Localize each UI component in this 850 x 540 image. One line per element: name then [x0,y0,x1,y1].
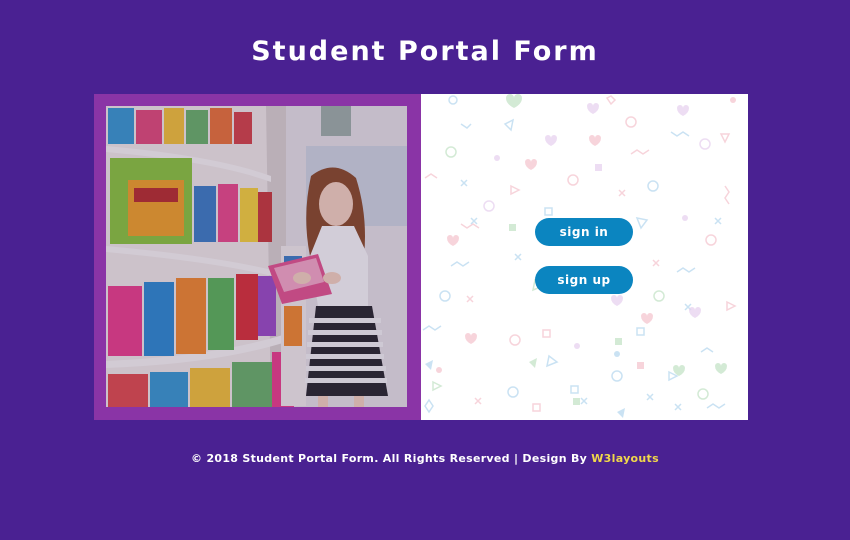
page-title: Student Portal Form [251,36,599,67]
confetti-pattern [422,94,737,418]
auth-panel: sign in sign up [421,94,748,420]
footer: © 2018 Student Portal Form. All Rights R… [0,452,850,465]
designer-link[interactable]: W3layouts [591,452,659,465]
sign-in-button[interactable]: sign in [535,218,633,246]
photo-frame [94,94,421,420]
footer-copyright: © 2018 Student Portal Form. All Rights R… [191,452,588,465]
sign-up-button[interactable]: sign up [535,266,633,294]
bookstore-photo [106,106,407,407]
portal-card: sign in sign up [94,94,748,420]
